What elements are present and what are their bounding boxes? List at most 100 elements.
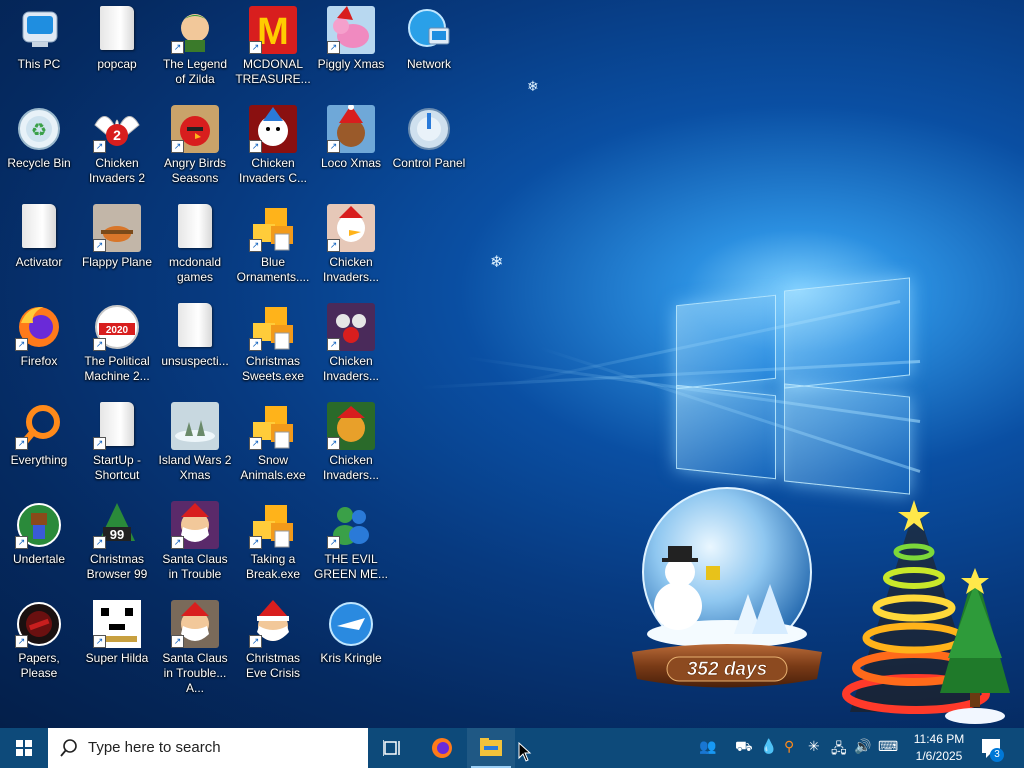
icon-label: Chicken Invaders...	[322, 453, 380, 482]
political-machine-icon: 2020 ↗	[93, 303, 141, 351]
search-placeholder: Type here to search	[88, 739, 221, 756]
santa-claus-icon: ↗	[171, 600, 219, 648]
snow-globe-widget: 352 days	[632, 487, 822, 688]
desktop-icon-everything[interactable]: ↗ Everything	[0, 396, 78, 495]
shortcut-arrow-icon: ↗	[249, 140, 262, 153]
desktop-icon-papers-please[interactable]: ↗ Papers, Please	[0, 594, 78, 693]
desktop-icon-snow-animals[interactable]: ↗ Snow Animals.exe	[234, 396, 312, 495]
folder-icon	[171, 303, 219, 351]
desktop-icon-activator[interactable]: Activator	[0, 198, 78, 297]
icon-label: Chicken Invaders...	[322, 255, 380, 284]
icon-label: Santa Claus in Trouble... A...	[162, 651, 228, 695]
icon-label: unsuspecti...	[161, 354, 229, 368]
notification-center-button[interactable]: 3	[980, 736, 1004, 762]
desktop-icon-christmas-eve-crisis[interactable]: ↗ Christmas Eve Crisis	[234, 594, 312, 693]
desktop-icon-political-machine[interactable]: 2020 ↗ The Political Machine 2...	[78, 297, 156, 396]
desktop-icon-startup-shortcut[interactable]: ↗ StartUp - Shortcut	[78, 396, 156, 495]
folder-icon	[15, 204, 63, 252]
volume-icon[interactable]: 🔊	[854, 738, 871, 755]
island-wars-icon	[171, 402, 219, 450]
firefox-icon: ↗	[15, 303, 63, 351]
icon-label: Network	[406, 57, 451, 71]
angry-birds-icon: ↗	[171, 105, 219, 153]
desktop-icon-angry-birds-seasons[interactable]: ↗ Angry Birds Seasons	[156, 99, 234, 198]
desktop-icon-mcdonald-games[interactable]: mcdonald games	[156, 198, 234, 297]
taskbar: Type here to search 👥 ⛟ 💧 ⚲ ✳ 🖧 🔊 ⌨ 11:4…	[0, 728, 1024, 768]
kris-kringle-icon	[327, 600, 375, 648]
undertale-icon: ↗	[15, 501, 63, 549]
chicken-invaders-icon: ↗	[327, 303, 375, 351]
shortcut-arrow-icon: ↗	[171, 41, 184, 54]
everything-tray-icon[interactable]: ⚲	[784, 738, 794, 755]
desktop-icon-chicken-invaders-4[interactable]: ↗ Chicken Invaders...	[312, 297, 390, 396]
windows-start-icon	[16, 740, 32, 756]
desktop-icon-firefox[interactable]: ↗ Firefox	[0, 297, 78, 396]
water-drop-icon[interactable]: 💧	[760, 738, 777, 755]
desktop-icon-chicken-invaders-3[interactable]: ↗ Chicken Invaders...	[312, 198, 390, 297]
desktop-icon-santa-claus-trouble[interactable]: ↗ Santa Claus in Trouble	[156, 495, 234, 594]
clock-date: 1/6/2025	[915, 749, 963, 763]
people-icon[interactable]: 👥	[699, 738, 716, 755]
snowflake-tray-icon[interactable]: ✳	[808, 738, 820, 755]
recycle-bin-icon: ♻	[15, 105, 63, 153]
shortcut-arrow-icon: ↗	[93, 437, 106, 450]
desktop-icon-chicken-invaders-2[interactable]: 2 ↗ Chicken Invaders 2	[78, 99, 156, 198]
icon-label: Recycle Bin	[7, 156, 71, 170]
mcdonalds-icon: M ↗	[249, 6, 297, 54]
desktop-icon-island-wars-2-xmas[interactable]: Island Wars 2 Xmas	[156, 396, 234, 495]
desktop-icon-christmas-sweets[interactable]: ↗ Christmas Sweets.exe	[234, 297, 312, 396]
desktop-icon-evil-green-me[interactable]: ↗ THE EVIL GREEN ME...	[312, 495, 390, 594]
desktop-icon-undertale[interactable]: ↗ Undertale	[0, 495, 78, 594]
everything-search-icon: ↗	[15, 402, 63, 450]
piggly-icon: ↗	[327, 6, 375, 54]
icon-label: Everything	[10, 453, 68, 467]
network-tray-icon[interactable]: ⛟	[735, 738, 753, 757]
mouse-cursor-icon	[518, 742, 532, 762]
shortcut-arrow-icon: ↗	[249, 338, 262, 351]
taskbar-clock[interactable]: 11:46 PM 1/6/2025	[906, 731, 972, 765]
desktop-icon-this-pc[interactable]: This PC	[0, 0, 78, 99]
desktop-icon-loco-xmas[interactable]: ↗ Loco Xmas	[312, 99, 390, 198]
flappy-plane-icon: ↗	[93, 204, 141, 252]
desktop-icon-flappy-plane[interactable]: ↗ Flappy Plane	[78, 198, 156, 297]
desktop-icon-control-panel[interactable]: Control Panel	[390, 99, 468, 198]
desktop-icon-recycle-bin[interactable]: ♻ Recycle Bin	[0, 99, 78, 198]
keyboard-icon[interactable]: ⌨	[878, 738, 898, 755]
chicken-invaders-icon: ↗	[249, 105, 297, 153]
desktop-icon-blue-ornaments[interactable]: ↗ Blue Ornaments....	[234, 198, 312, 297]
task-view-button[interactable]	[368, 728, 416, 768]
chicken-invaders-icon: ↗	[327, 402, 375, 450]
icon-label: Loco Xmas	[320, 156, 382, 170]
network-status-icon[interactable]: 🖧	[831, 738, 847, 762]
desktop-icon-unsuspecti[interactable]: unsuspecti...	[156, 297, 234, 396]
desktop-icon-chicken-invaders-c[interactable]: ↗ Chicken Invaders C...	[234, 99, 312, 198]
desktop-icon-chicken-invaders-5[interactable]: ↗ Chicken Invaders...	[312, 396, 390, 495]
desktop-icon-kris-kringle[interactable]: Kris Kringle	[312, 594, 390, 693]
shortcut-arrow-icon: ↗	[327, 140, 340, 153]
taskbar-file-explorer-button[interactable]	[467, 728, 515, 768]
taskbar-firefox-button[interactable]	[418, 728, 466, 768]
desktop-icon-christmas-browser-99[interactable]: 99 ↗ Christmas Browser 99	[78, 495, 156, 594]
icon-label: Christmas Browser 99	[86, 552, 148, 581]
svg-text:99: 99	[110, 527, 124, 542]
desktop-icon-santa-claus-trouble-a[interactable]: ↗ Santa Claus in Trouble... A...	[156, 594, 234, 695]
icon-label: The Political Machine 2...	[84, 354, 150, 383]
desktop[interactable]: ❄ ❄ 352 days This PC popcap ↗ The Legend…	[0, 0, 1024, 728]
shortcut-arrow-icon: ↗	[327, 239, 340, 252]
shortcut-arrow-icon: ↗	[93, 239, 106, 252]
shortcut-arrow-icon: ↗	[93, 338, 106, 351]
icon-label: Christmas Sweets.exe	[241, 354, 305, 383]
desktop-icon-network[interactable]: Network	[390, 0, 468, 99]
icon-label: Kris Kringle	[320, 651, 382, 665]
desktop-icon-piggly-xmas[interactable]: ↗ Piggly Xmas	[312, 0, 390, 99]
desktop-icon-taking-a-break[interactable]: ↗ Taking a Break.exe	[234, 495, 312, 594]
start-button[interactable]	[0, 728, 48, 768]
desktop-icon-mcdonal-treasure[interactable]: M ↗ MCDONAL TREASURE...	[234, 0, 312, 99]
shortcut-arrow-icon: ↗	[15, 338, 28, 351]
taskbar-search-box[interactable]: Type here to search	[48, 728, 368, 768]
desktop-icon-popcap[interactable]: popcap	[78, 0, 156, 99]
puzzle-app-icon: ↗	[249, 501, 297, 549]
icon-label: This PC	[17, 57, 61, 71]
desktop-icon-legend-of-zilda[interactable]: ↗ The Legend of Zilda	[156, 0, 234, 99]
desktop-icon-super-hilda[interactable]: ↗ Super Hilda	[78, 594, 156, 693]
